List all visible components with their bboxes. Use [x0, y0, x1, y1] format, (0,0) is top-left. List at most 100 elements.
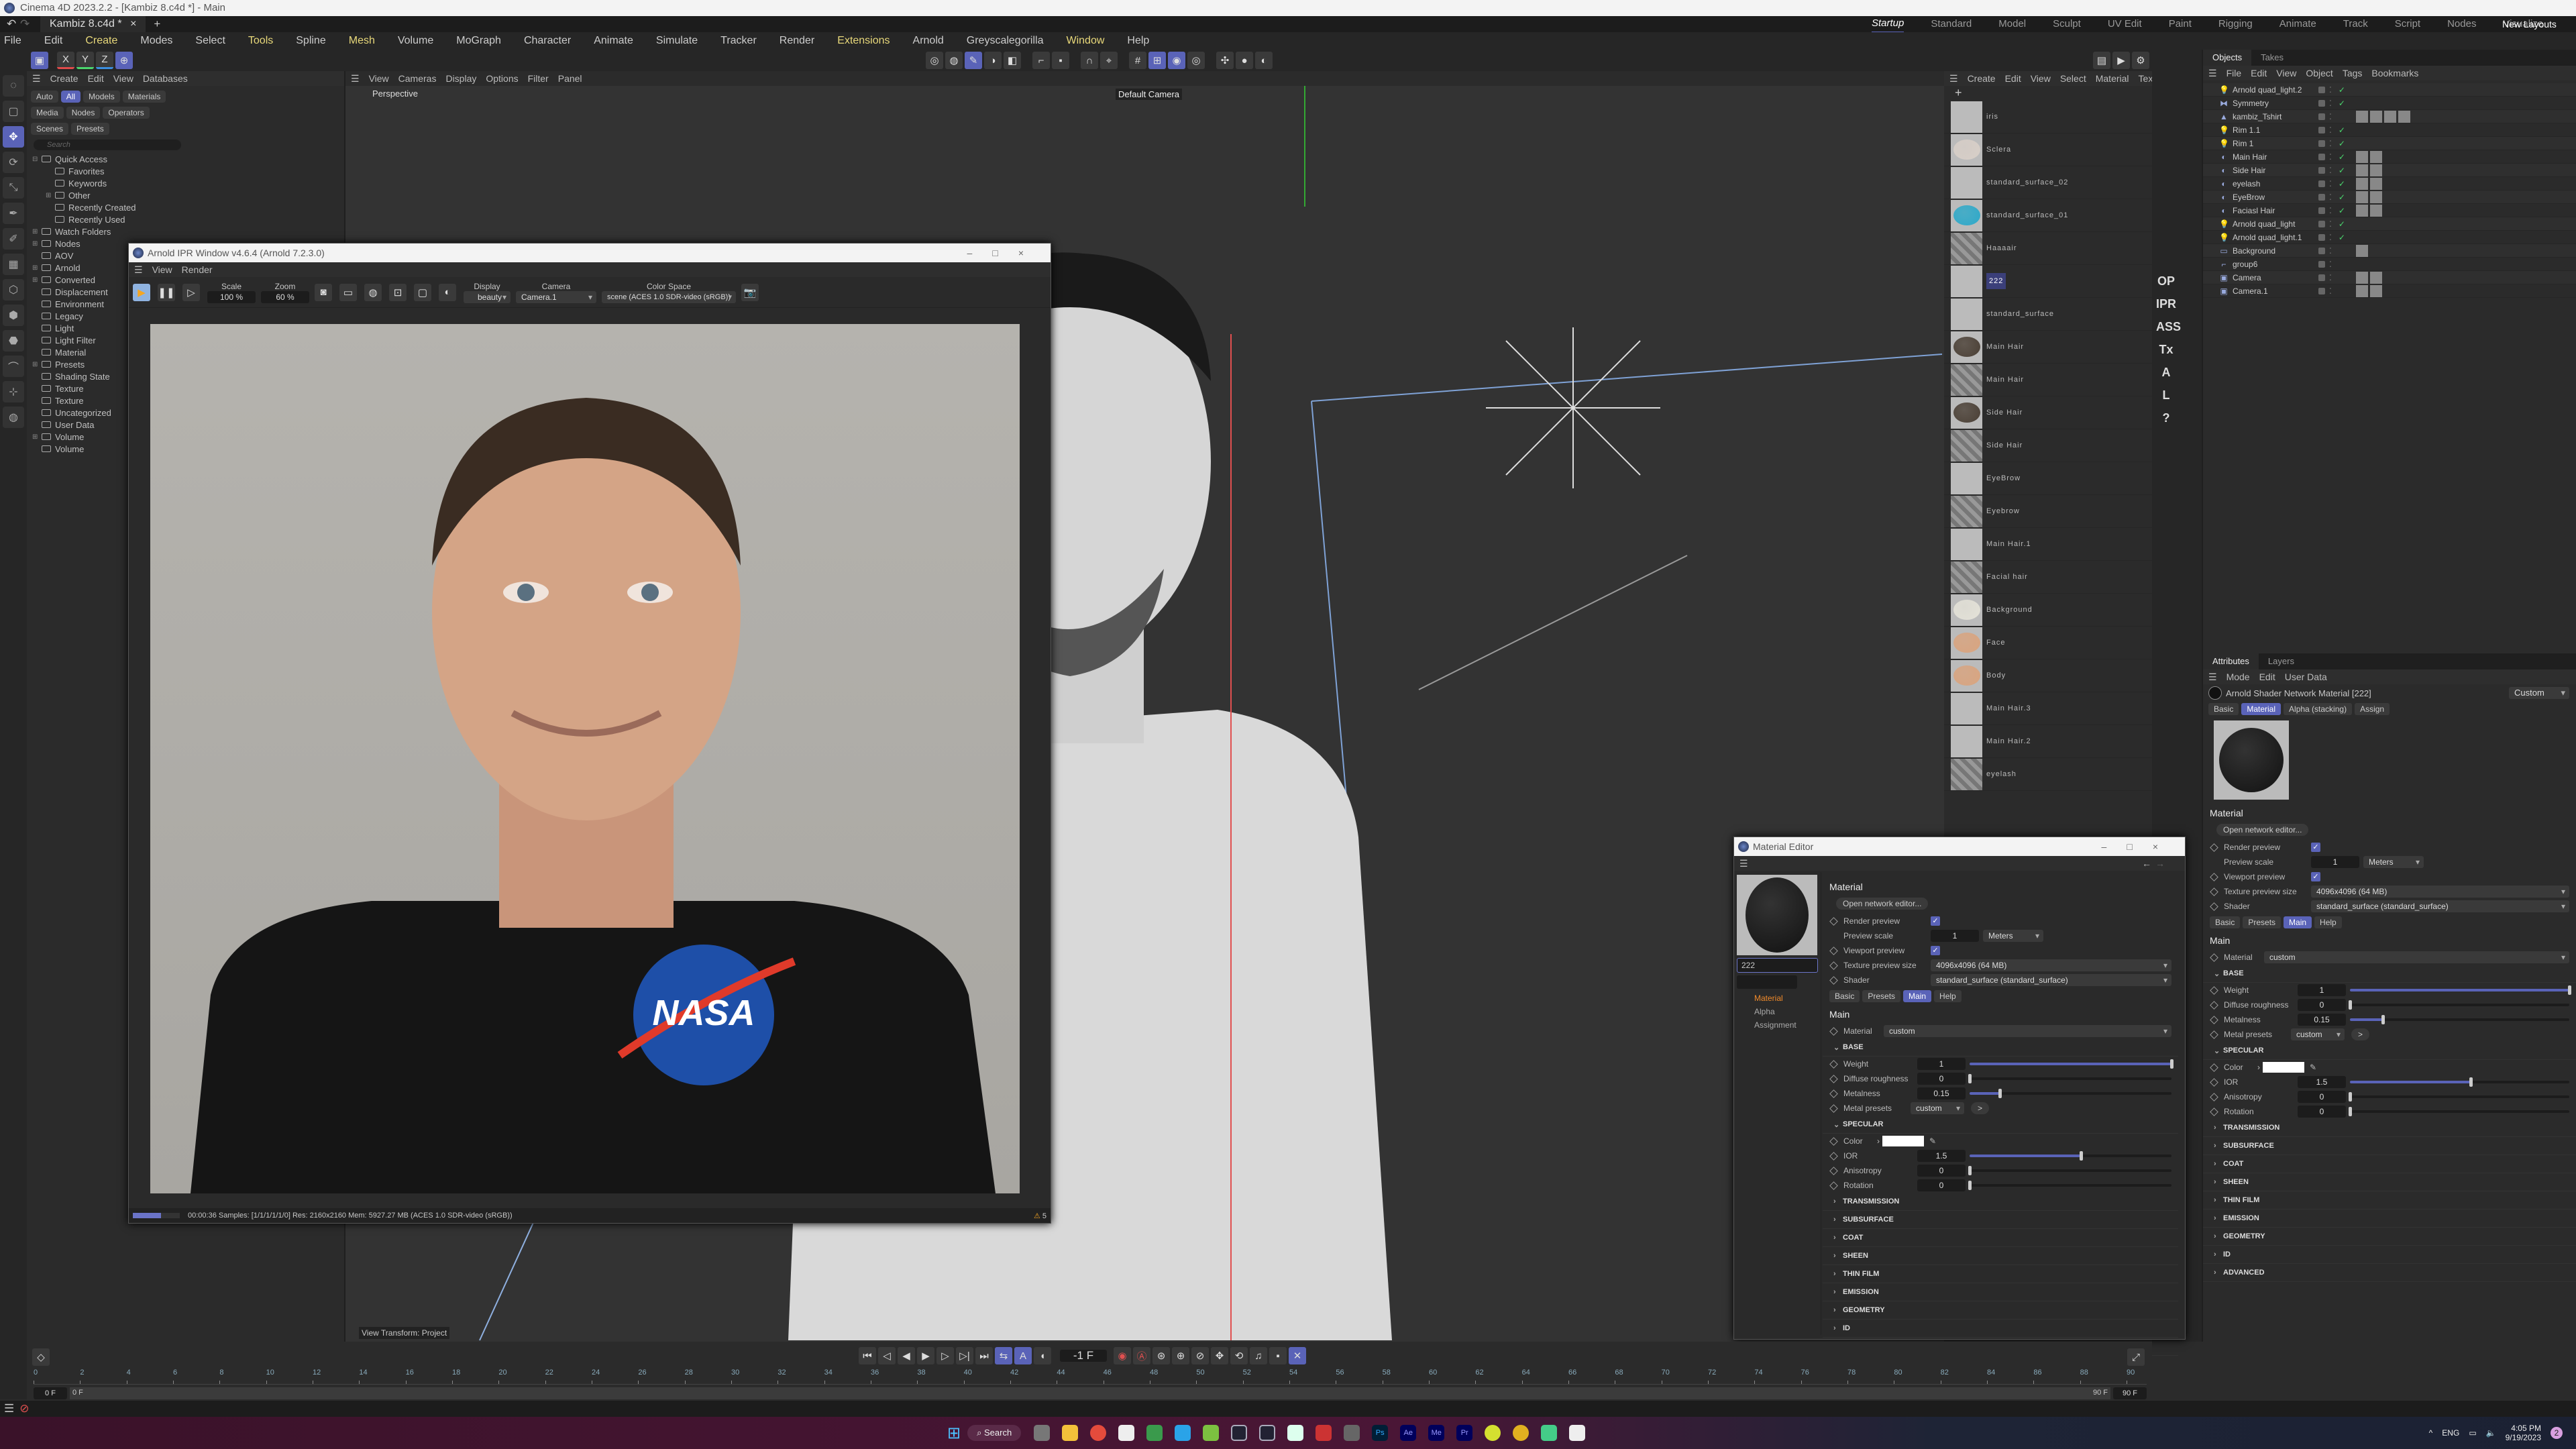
tag-icon[interactable] — [2355, 244, 2368, 257]
menu-tags[interactable]: Tags — [2343, 68, 2363, 78]
minimize-icon[interactable]: – — [967, 248, 993, 258]
tab-auto[interactable]: Auto — [31, 91, 58, 103]
visibility-dots-icon[interactable]: ⁚ — [2329, 193, 2332, 202]
object-name[interactable]: eyelash — [2233, 179, 2313, 189]
attribute-mode-dropdown[interactable]: Custom — [2509, 687, 2569, 699]
keyframe-diamond-icon[interactable] — [2210, 985, 2218, 995]
layer-flag-icon[interactable] — [2318, 99, 2325, 107]
menu-filter[interactable]: Filter — [528, 73, 549, 84]
keyframe-diamond-icon[interactable] — [2210, 953, 2218, 962]
keyframe-diamond-icon[interactable] — [1829, 1151, 1838, 1161]
taskbar-search[interactable]: ⌕ Search — [967, 1425, 1022, 1441]
slider-handle[interactable] — [2170, 1059, 2174, 1069]
magnet-icon[interactable]: ∩ — [1081, 52, 1098, 69]
expand-icon[interactable]: ⊞ — [32, 264, 39, 272]
diffuse-slider[interactable] — [2349, 1000, 2569, 1010]
document-tab[interactable]: Kambiz 8.c4d * × — [40, 16, 146, 32]
menu-render[interactable]: Render — [780, 35, 814, 47]
object-name[interactable]: EyeBrow — [2233, 193, 2313, 202]
menu-mograph[interactable]: MoGraph — [456, 35, 501, 47]
slider-handle[interactable] — [2079, 1151, 2083, 1161]
show-hidden-icons[interactable]: ^ — [2429, 1428, 2433, 1438]
metal-slider[interactable] — [1970, 1089, 2171, 1098]
menu-view[interactable]: View — [369, 73, 389, 84]
section-thin-film[interactable]: › THIN FILM — [1823, 1265, 2178, 1283]
menu-extensions[interactable]: Extensions — [837, 35, 890, 47]
live-selection-icon[interactable]: ◌ — [3, 75, 24, 97]
menu-simulate[interactable]: Simulate — [656, 35, 698, 47]
visibility-dots-icon[interactable]: ⁚ — [2329, 273, 2332, 282]
telegram-icon[interactable] — [1175, 1425, 1191, 1441]
photoshop-icon[interactable]: Ps — [1372, 1425, 1389, 1441]
section-specular[interactable]: ⌄ SPECULAR — [1823, 1116, 2178, 1134]
menu-options[interactable]: Options — [486, 73, 518, 84]
tag-icon[interactable] — [2398, 110, 2410, 123]
open-network-editor-button[interactable]: Open network editor... — [1836, 898, 1929, 910]
section-subsurface[interactable]: › SUBSURFACE — [2203, 1137, 2576, 1155]
layout-tab-startup[interactable]: Startup — [1872, 15, 1904, 33]
visibility-dots-icon[interactable]: ⁚ — [2329, 125, 2332, 135]
aniso-field[interactable]: 0 — [1917, 1165, 1966, 1177]
object-name[interactable]: Camera.1 — [2233, 286, 2313, 296]
timeline-expand-icon[interactable]: ⤢ — [2127, 1348, 2145, 1366]
menu-edit[interactable]: Edit — [2251, 68, 2267, 78]
visibility-dots-icon[interactable]: ⁚ — [2329, 85, 2332, 95]
camera-snapshot-icon[interactable]: 📷 — [741, 283, 759, 301]
material-item[interactable]: eyelash — [1944, 758, 2152, 791]
app-icon[interactable] — [1541, 1425, 1558, 1441]
tab-materials[interactable]: Materials — [122, 91, 166, 103]
rotate-icon[interactable]: ⟳ — [3, 152, 24, 173]
menu-window[interactable]: Window — [1067, 35, 1105, 47]
units-dropdown[interactable]: Meters — [1983, 930, 2043, 942]
maximize-icon[interactable]: □ — [992, 248, 1018, 258]
timeline-ruler[interactable]: 0 2 4 6 8 10 12 14 16 18 20 22 24 26 28 30 32 34 36 38 40 42 4… — [34, 1368, 2147, 1385]
shader-dropdown[interactable]: standard_surface (standard_surface) — [1931, 974, 2171, 986]
object-row[interactable]: ⌐ group6 ⁚ — [2203, 258, 2576, 271]
scale-field[interactable]: 100 % — [207, 290, 256, 303]
layout-tab-sculpt[interactable]: Sculpt — [2053, 16, 2081, 32]
tree-item[interactable]: ⊞ Other — [32, 189, 154, 201]
material-item[interactable]: standard_surface_01 — [1944, 199, 2152, 232]
premiere-icon[interactable]: Pr — [1456, 1425, 1473, 1441]
preview-scale-field[interactable]: 1 — [1931, 930, 1979, 942]
object-row[interactable]: ⧓ Symmetry ⁚ ✓ — [2203, 97, 2576, 110]
menu-render[interactable]: Render — [182, 264, 213, 275]
menu-greyscalegorilla[interactable]: Greyscalegorilla — [967, 35, 1044, 47]
clock-date[interactable]: 9/19/2023 — [2506, 1433, 2541, 1442]
slider-handle[interactable] — [1998, 1089, 2002, 1098]
material-item[interactable]: Sclera — [1944, 133, 2152, 166]
rot-slider[interactable] — [1968, 1181, 2171, 1190]
menu-cameras[interactable]: Cameras — [398, 73, 437, 84]
object-name[interactable]: Main Hair — [2233, 152, 2313, 162]
file-explorer-icon[interactable] — [1062, 1425, 1079, 1441]
material-item[interactable]: EyeBrow — [1944, 462, 2152, 495]
object-name[interactable]: kambiz_Tshirt — [2233, 112, 2313, 121]
material-item[interactable]: 222 — [1944, 265, 2152, 298]
tag-icon[interactable] — [2369, 204, 2382, 217]
metal-presets-dropdown[interactable]: custom — [2291, 1028, 2345, 1040]
crop-icon[interactable]: ⊡ — [389, 283, 407, 301]
menu-character[interactable]: Character — [524, 35, 571, 47]
object-name[interactable]: Rim 1 — [2233, 139, 2313, 148]
visibility-dots-icon[interactable]: ⁚ — [2329, 219, 2332, 229]
slider-handle[interactable] — [1968, 1181, 1972, 1190]
material-item[interactable]: Body — [1944, 659, 2152, 692]
color-swatch[interactable] — [1882, 1136, 1924, 1146]
menu-help[interactable]: Help — [1127, 35, 1149, 47]
keyframe-diamond-icon[interactable] — [2210, 1107, 2218, 1116]
layout-tab-model[interactable]: Model — [1998, 16, 2026, 32]
chrome-icon[interactable] — [1090, 1425, 1107, 1441]
layer-flag-icon[interactable] — [2318, 86, 2325, 93]
object-row[interactable]: ◐ eyelash ⁚ ✓ — [2203, 177, 2576, 191]
open-network-editor-button[interactable]: Open network editor... — [2216, 824, 2309, 836]
visibility-dots-icon[interactable]: ⁚ — [2329, 112, 2332, 121]
forward-arrow-icon[interactable]: → — [2155, 858, 2165, 869]
menu-icon[interactable]: ☰ — [32, 73, 41, 85]
autokeying-icon[interactable]: Ⓐ — [1133, 1347, 1150, 1364]
tab-presets[interactable]: Presets — [1862, 990, 1901, 1002]
metal-field[interactable]: 0.15 — [2298, 1014, 2346, 1026]
snap-icon[interactable]: ◎ — [926, 52, 943, 69]
metal-field[interactable]: 0.15 — [1917, 1087, 1966, 1099]
section-id[interactable]: › ID — [2203, 1246, 2576, 1264]
material-item[interactable]: Side Hair — [1944, 429, 2152, 462]
